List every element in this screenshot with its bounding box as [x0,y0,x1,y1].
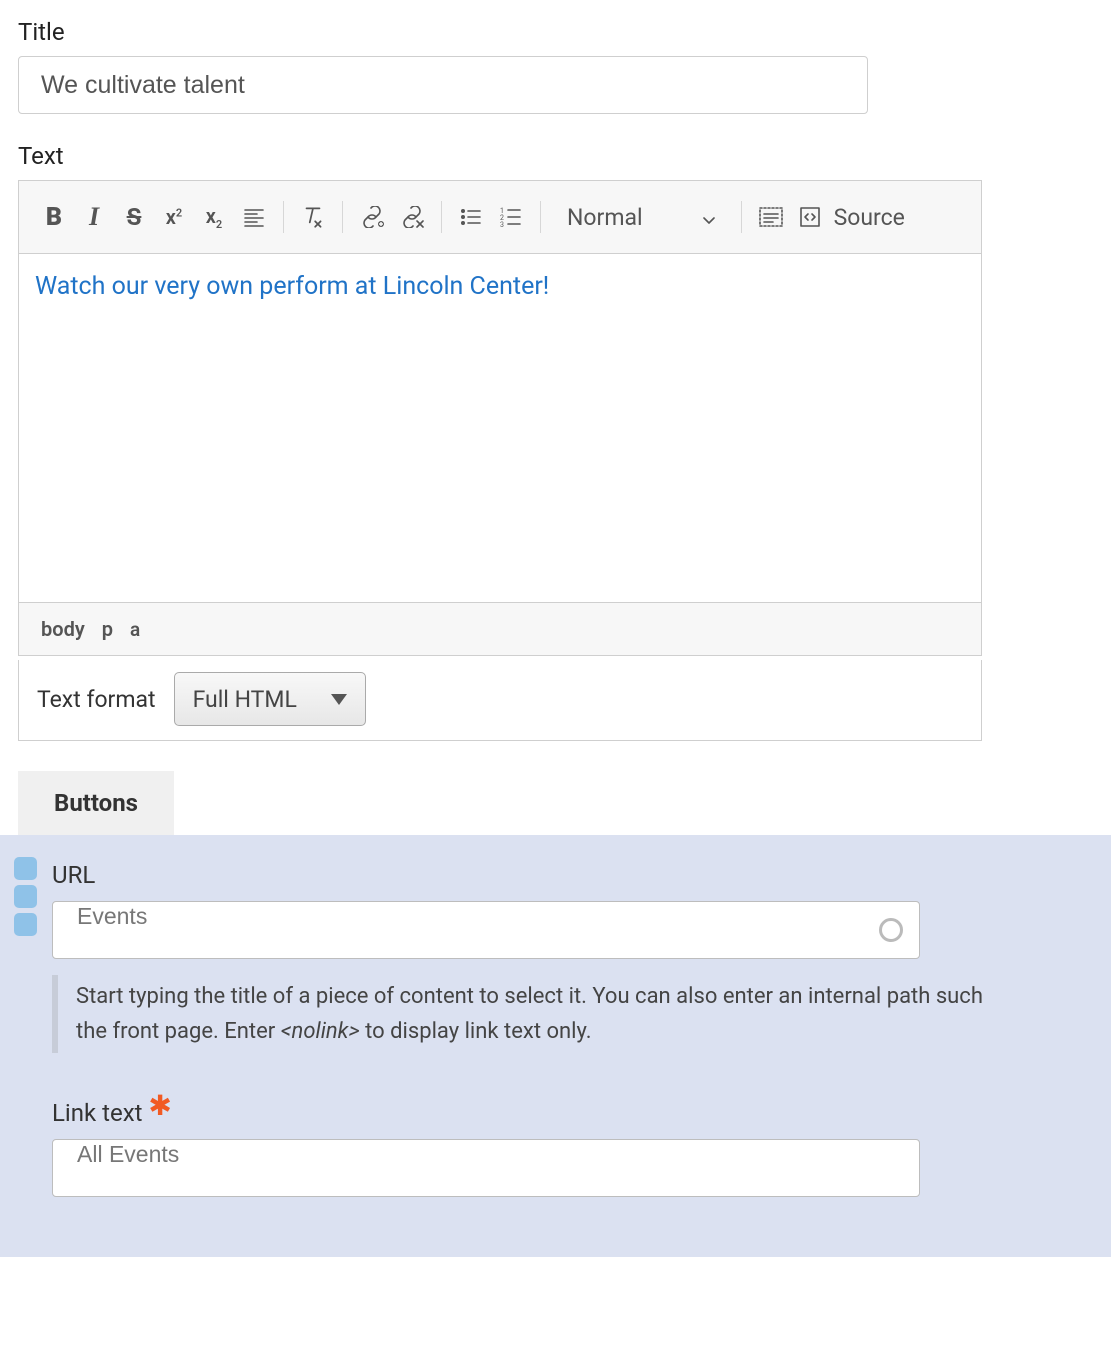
url-help-text: Start typing the title of a piece of con… [52,975,992,1053]
required-asterisk-icon: ✱ [148,1089,171,1122]
toolbar-separator [540,201,541,233]
editor-link[interactable]: Watch our very own perform at Lincoln Ce… [35,272,549,301]
drag-dot-icon [14,857,37,880]
tabs-row: Buttons [0,771,1111,835]
toolbar-separator [441,201,442,233]
help-nolink: <nolink> [281,1019,360,1044]
source-label: Source [834,204,905,231]
buttons-panel: URL Start typing the title of a piece of… [0,835,1111,1257]
subscript-icon: x2 [206,204,222,231]
text-format-row: Text format Full HTML [18,660,982,741]
italic-button[interactable]: I [77,200,111,234]
rich-text-editor: B I S x2 x2 [18,180,982,656]
svg-text:3: 3 [500,221,504,229]
superscript-icon: x2 [166,205,182,229]
italic-icon: I [89,202,99,232]
subscript-button[interactable]: x2 [197,200,231,234]
superscript-button[interactable]: x2 [157,200,191,234]
url-input-wrapper [52,901,920,959]
strike-button[interactable]: S [117,200,151,234]
title-input[interactable] [18,56,868,114]
editor-toolbar: B I S x2 x2 [19,181,981,254]
source-icon [798,205,822,229]
dropdown-caret-icon [703,204,715,231]
unlink-button[interactable] [395,200,429,234]
align-button[interactable] [237,200,271,234]
help-line-2c: to display link text only. [360,1019,592,1044]
unlink-icon [398,206,426,228]
source-button[interactable]: Source [794,200,909,234]
toolbar-separator [283,201,284,233]
drag-dot-icon [14,913,37,936]
url-label: URL [52,861,1111,889]
paragraph-format-value: Normal [567,204,643,231]
numbered-list-icon: 1 2 3 [499,205,523,229]
text-label: Text [18,142,1111,170]
element-path-bar: body p a [19,602,981,655]
path-p[interactable]: p [102,617,113,641]
link-text-label-row: Link text ✱ [52,1089,1111,1127]
path-a[interactable]: a [130,618,140,641]
bullet-list-button[interactable] [454,200,488,234]
link-text-input-wrapper [52,1139,920,1197]
paragraph-format-dropdown[interactable]: Normal [553,198,729,236]
bold-button[interactable]: B [37,200,71,234]
tab-buttons[interactable]: Buttons [18,771,174,835]
text-format-value: Full HTML [193,686,297,713]
editor-content-area[interactable]: Watch our very own perform at Lincoln Ce… [19,254,981,602]
strikethrough-icon: S [127,203,142,231]
url-input[interactable] [75,902,815,931]
drag-dot-icon [14,885,37,908]
link-text-label: Link text [52,1099,142,1127]
toolbar-separator [342,201,343,233]
bold-icon: B [46,203,62,232]
text-format-select[interactable]: Full HTML [174,672,366,726]
title-label: Title [18,18,1111,46]
path-body[interactable]: body [41,617,85,641]
text-format-label: Text format [37,686,156,713]
align-icon [242,205,266,229]
help-line-1: Start typing the title of a piece of con… [76,984,983,1009]
drag-handle[interactable] [14,857,37,941]
show-blocks-button[interactable] [754,200,788,234]
link-text-input[interactable] [75,1140,815,1169]
link-button[interactable] [355,200,389,234]
link-icon [358,206,386,228]
remove-format-button[interactable] [296,200,330,234]
numbered-list-button[interactable]: 1 2 3 [494,200,528,234]
show-blocks-icon [758,205,784,229]
remove-format-icon [300,204,326,230]
select-triangle-icon [331,694,347,705]
toolbar-separator [741,201,742,233]
help-line-2a: the front page. Enter [76,1019,281,1044]
bullet-list-icon [459,205,483,229]
